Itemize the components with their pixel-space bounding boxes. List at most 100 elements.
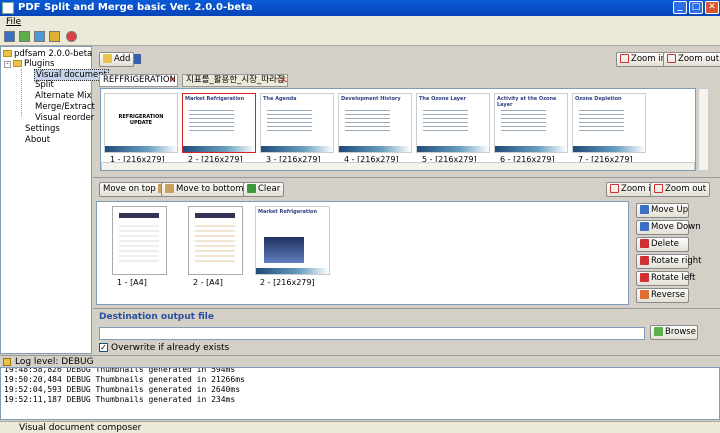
tree-item-split[interactable]: Split [35, 80, 54, 90]
add-icon [103, 54, 112, 63]
page-thumbnail[interactable]: Market Refrigeration [182, 93, 256, 153]
page-thumbnail[interactable]: REFRIGERATION UPDATE [104, 93, 178, 153]
page-title: Activity at the Ozone Layer [497, 96, 557, 108]
composed-page-3[interactable]: Market Refrigeration [255, 206, 330, 275]
browse-button[interactable]: Browse [650, 325, 698, 340]
log-icon [3, 358, 11, 366]
status-bar: Visual document composer [0, 421, 720, 433]
pdf-icon[interactable] [134, 54, 141, 64]
action-button-delete[interactable]: Delete [636, 237, 689, 252]
close-tab-icon[interactable]: × [280, 75, 287, 84]
menu-bar: File [0, 16, 720, 29]
folder-icon [3, 50, 12, 57]
tree-plugins[interactable]: Plugins [13, 59, 54, 69]
tree-item-alternate-mix[interactable]: Alternate Mix [35, 91, 92, 101]
collapse-icon[interactable]: - [4, 61, 11, 68]
action-icon [640, 273, 649, 282]
title-bar: PDF Split and Merge basic Ver. 2.0.0-bet… [0, 0, 720, 16]
page-body [579, 110, 624, 132]
log-panel: 19:48:58,826 DEBUG Thumbnails generated … [0, 367, 720, 420]
composed-page-caption: 2 - [A4] [193, 278, 223, 287]
top-zoom-out-button[interactable]: Zoom out [663, 52, 720, 67]
page-heading [119, 213, 159, 218]
composed-page-1[interactable] [112, 206, 167, 275]
save-icon[interactable] [4, 31, 15, 42]
minimize-button[interactable]: _ [673, 1, 687, 14]
page-thumbnail[interactable]: Activity at the Ozone Layer [494, 93, 568, 153]
tree-plugins-label: Plugins [24, 59, 55, 69]
bottom-zoom-out-button[interactable]: Zoom out [650, 182, 711, 197]
action-label: Reverse [651, 290, 686, 300]
clear-label: Clear [258, 184, 281, 194]
vertical-scrollbar[interactable] [698, 88, 709, 171]
move-to-bottom-button[interactable]: Move to bottom [161, 182, 248, 197]
action-icon [640, 290, 649, 299]
log-line: 19:52:04,593 DEBUG Thumbnails generated … [4, 385, 241, 394]
tree-item-about[interactable]: About [25, 135, 50, 145]
edit-icon[interactable] [49, 31, 60, 42]
page-footer [417, 146, 489, 152]
menu-file[interactable]: File [6, 17, 21, 27]
close-button[interactable]: ✕ [705, 1, 719, 14]
page-thumbnail[interactable]: The Ozone Layer [416, 93, 490, 153]
splitter[interactable] [93, 177, 720, 179]
tree-item-settings[interactable]: Settings [25, 124, 60, 134]
page-chart [195, 225, 235, 263]
page-footer [261, 146, 333, 152]
tree-root[interactable]: pdfsam 2.0.0-beta [3, 49, 92, 59]
composition-panel: 1 - [A4] 2 - [A4] Market Refrigeration 2… [96, 201, 629, 305]
environment-icon[interactable] [34, 31, 45, 42]
tab-korean-doc[interactable]: 지표를_활용한_시장_따라잡... [182, 74, 288, 87]
zoom-in-icon [610, 184, 619, 193]
page-thumbnail[interactable]: Ozone Depletion [572, 93, 646, 153]
action-button-move-up[interactable]: Move Up [636, 203, 689, 218]
zoom-out-label: Zoom out [678, 54, 720, 64]
log-line: 19:48:58,826 DEBUG Thumbnails generated … [4, 367, 236, 374]
app-icon [2, 2, 14, 14]
folder-icon [654, 327, 663, 336]
action-button-move-down[interactable]: Move Down [636, 220, 701, 235]
window-title: PDF Split and Merge basic Ver. 2.0.0-bet… [18, 2, 253, 13]
overwrite-checkbox[interactable]: ✓ [99, 343, 108, 352]
document-pages-panel: REFRIGERATION UPDATE 1 - [216x279] Market … [100, 88, 696, 171]
action-icon [640, 222, 649, 231]
composed-page-caption: 1 - [A4] [117, 278, 147, 287]
maximize-button[interactable]: □ [689, 1, 703, 14]
composed-page-2[interactable] [188, 206, 243, 275]
overwrite-label: Overwrite if already exists [111, 343, 230, 353]
page-thumbnail[interactable]: Development History [338, 93, 412, 153]
zoom-in-label: Zoom in [631, 54, 666, 64]
page-body [189, 110, 234, 132]
page-thumbnail[interactable]: The Agenda [260, 93, 334, 153]
separator [93, 308, 720, 309]
log-line: 19:52:11,187 DEBUG Thumbnails generated … [4, 395, 236, 404]
exit-icon[interactable] [66, 31, 77, 42]
open-icon[interactable] [19, 31, 30, 42]
clear-icon [247, 184, 256, 193]
top-zoom-in-button[interactable]: Zoom in [616, 52, 670, 67]
horizontal-scrollbar[interactable] [101, 162, 695, 170]
action-button-reverse[interactable]: Reverse [636, 288, 689, 303]
page-title: REFRIGERATION UPDATE [118, 114, 164, 126]
tree-root-label: pdfsam 2.0.0-beta [14, 49, 93, 59]
tree-item-merge-extract[interactable]: Merge/Extract [35, 102, 95, 112]
page-photo [264, 237, 304, 263]
page-footer [573, 146, 645, 152]
clear-button[interactable]: Clear [243, 182, 285, 197]
add-button[interactable]: Add [99, 52, 135, 67]
tab-refrigeration[interactable]: REFFRIGERATION ... [99, 74, 178, 87]
page-title: Ozone Depletion [575, 96, 622, 102]
action-button-rotate-right[interactable]: Rotate right [636, 254, 702, 269]
page-footer [339, 146, 411, 152]
page-footer [256, 268, 329, 274]
folder-icon [13, 60, 22, 67]
page-title: Market Refrigeration [258, 209, 318, 215]
destination-input[interactable] [99, 327, 645, 340]
move-bottom-label: Move to bottom [176, 184, 244, 194]
close-tab-icon[interactable]: × [169, 75, 176, 84]
zoom-in-icon [620, 54, 629, 63]
page-footer [495, 146, 567, 152]
tree-item-visual-reorder[interactable]: Visual reorder [35, 113, 94, 123]
action-button-rotate-left[interactable]: Rotate left [636, 271, 695, 286]
main-area: Add Zoom in Zoom out REFFRIGERATION ... … [93, 46, 720, 354]
